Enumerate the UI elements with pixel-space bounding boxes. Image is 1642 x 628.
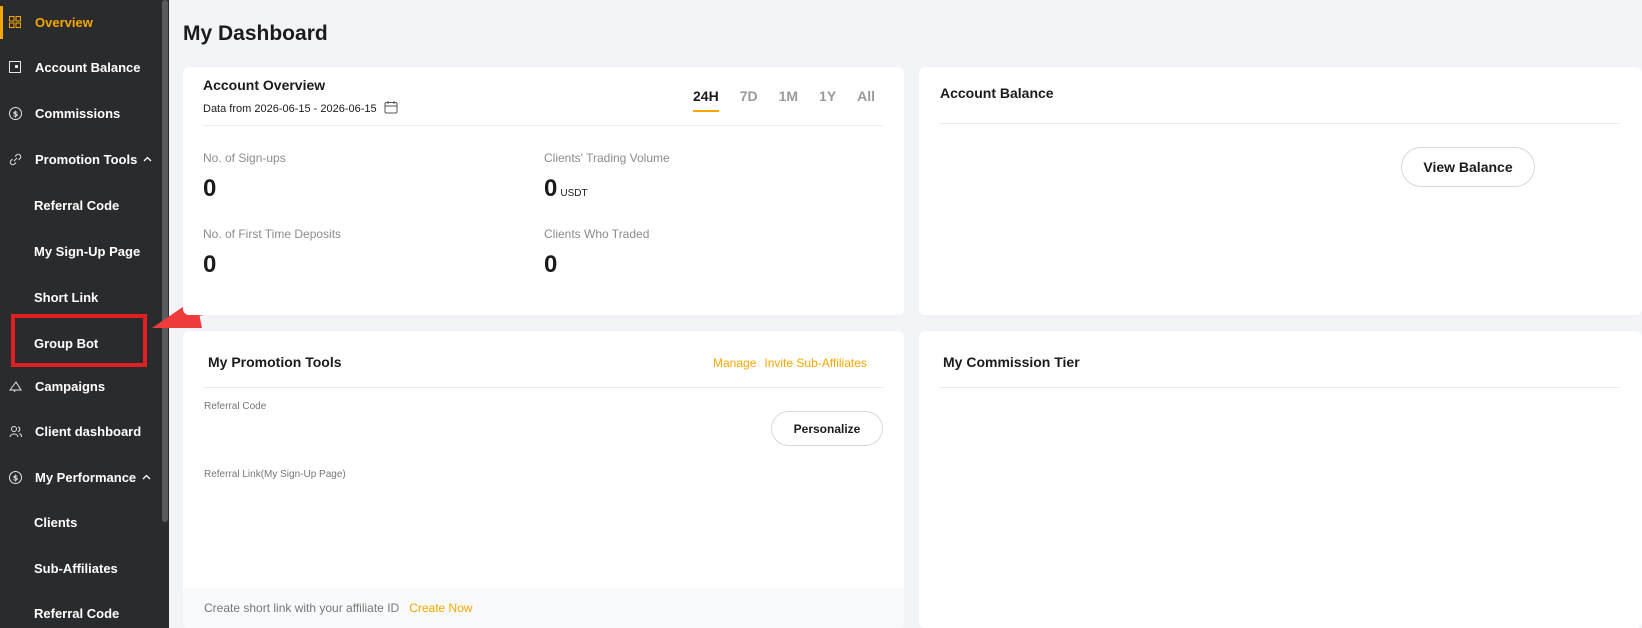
sidebar-item-my-performance[interactable]: $ My Performance: [0, 460, 160, 494]
commission-tier-card: My Commission Tier: [919, 331, 1642, 628]
clients-traded-label: Clients Who Traded: [544, 227, 650, 241]
sidebar-subitem-sub-affiliates[interactable]: Sub-Affiliates: [34, 551, 118, 585]
personalize-button[interactable]: Personalize: [771, 411, 883, 446]
tab-all[interactable]: All: [857, 88, 875, 104]
sidebar-scrollbar[interactable]: [162, 0, 168, 522]
chevron-up-icon: [142, 471, 151, 483]
dollar-circle-icon: $: [8, 470, 22, 484]
sidebar-item-commissions[interactable]: $ Commissions: [0, 96, 160, 130]
manage-link[interactable]: Manage: [713, 356, 756, 370]
account-overview-title: Account Overview: [203, 77, 326, 93]
promotion-tools-card: My Promotion Tools Manage Invite Sub-Aff…: [183, 331, 904, 628]
sidebar-subitem-sign-up-page[interactable]: My Sign-Up Page: [34, 234, 140, 268]
sidebar-subitem-clients[interactable]: Clients: [34, 505, 77, 539]
highlight-box: [11, 314, 147, 367]
sidebar-item-label: Overview: [35, 14, 93, 30]
divider: [939, 123, 1619, 124]
short-link-prompt: Create short link with your affiliate ID: [204, 601, 400, 615]
date-range: Data from 2026-06-15 - 2026-06-15: [203, 100, 398, 117]
sidebar-item-promotion-tools[interactable]: Promotion Tools: [0, 142, 160, 176]
trading-volume-unit: USDT: [560, 188, 588, 199]
sidebar-item-label: Account Balance: [35, 59, 141, 75]
ftd-label: No. of First Time Deposits: [203, 227, 342, 241]
sidebar-item-account-balance[interactable]: Account Balance: [0, 50, 160, 84]
date-range-text: Data from 2026-06-15 - 2026-06-15: [203, 102, 377, 115]
sidebar-subitem-short-link[interactable]: Short Link: [34, 280, 98, 314]
divider: [203, 387, 883, 388]
sidebar-item-campaigns[interactable]: Campaigns: [0, 369, 160, 403]
account-balance-title: Account Balance: [940, 85, 1054, 101]
divider: [939, 387, 1619, 388]
ftd-value: 0: [203, 251, 217, 278]
sidebar-item-label: Promotion Tools: [35, 151, 138, 167]
divider: [203, 125, 883, 126]
tab-1y[interactable]: 1Y: [819, 88, 836, 104]
users-icon: [8, 424, 22, 438]
sidebar-item-label: Campaigns: [35, 378, 106, 394]
sidebar-item-label: My Performance: [35, 469, 137, 485]
sidebar-subitem-referral-code[interactable]: Referral Code: [34, 188, 119, 222]
promotion-tools-links: Manage Invite Sub-Affiliates: [713, 356, 867, 370]
invite-sub-affiliates-link[interactable]: Invite Sub-Affiliates: [764, 356, 867, 370]
trading-volume-value: 0: [544, 175, 558, 202]
referral-code-label: Referral Code: [204, 401, 267, 412]
view-balance-button[interactable]: View Balance: [1401, 147, 1535, 187]
promotion-tools-title: My Promotion Tools: [208, 354, 342, 370]
promotion-tools-footer: Create short link with your affiliate ID…: [183, 588, 904, 628]
link-icon: [8, 152, 22, 166]
sidebar: Overview Account Balance $ Commissions P…: [0, 0, 169, 628]
trading-volume: 0 USDT: [544, 175, 588, 203]
sidebar-item-label: Client dashboard: [35, 423, 142, 439]
calendar-icon[interactable]: [384, 100, 398, 117]
sidebar-item-label: Commissions: [35, 105, 121, 121]
svg-text:$: $: [12, 109, 18, 118]
signups-value: 0: [203, 175, 217, 202]
grid-icon: [8, 15, 22, 29]
tab-1m[interactable]: 1M: [779, 88, 798, 104]
tab-24h[interactable]: 24H: [693, 88, 719, 112]
account-balance-card: Account Balance View Balance: [919, 67, 1642, 315]
dollar-circle-icon: $: [8, 106, 22, 120]
sidebar-subitem-referral-code-2[interactable]: Referral Code: [34, 596, 119, 628]
clients-traded-value: 0: [544, 251, 558, 278]
sidebar-item-overview[interactable]: Overview: [0, 5, 160, 39]
time-range-tabs: 24H 7D 1M 1Y All: [693, 88, 875, 112]
svg-text:$: $: [12, 473, 18, 482]
wallet-icon: [8, 60, 22, 74]
commission-tier-title: My Commission Tier: [943, 354, 1080, 370]
megaphone-icon: [8, 379, 22, 393]
signups-label: No. of Sign-ups: [203, 151, 286, 165]
account-overview-card: Account Overview Data from 2026-06-15 - …: [183, 67, 904, 315]
page-title: My Dashboard: [183, 22, 328, 45]
create-now-link[interactable]: Create Now: [409, 601, 472, 615]
sidebar-item-client-dashboard[interactable]: Client dashboard: [0, 414, 160, 448]
trading-volume-label: Clients' Trading Volume: [544, 151, 670, 165]
referral-link-label: Referral Link(My Sign-Up Page): [204, 469, 346, 480]
chevron-up-icon: [143, 153, 152, 165]
tab-7d[interactable]: 7D: [740, 88, 758, 104]
